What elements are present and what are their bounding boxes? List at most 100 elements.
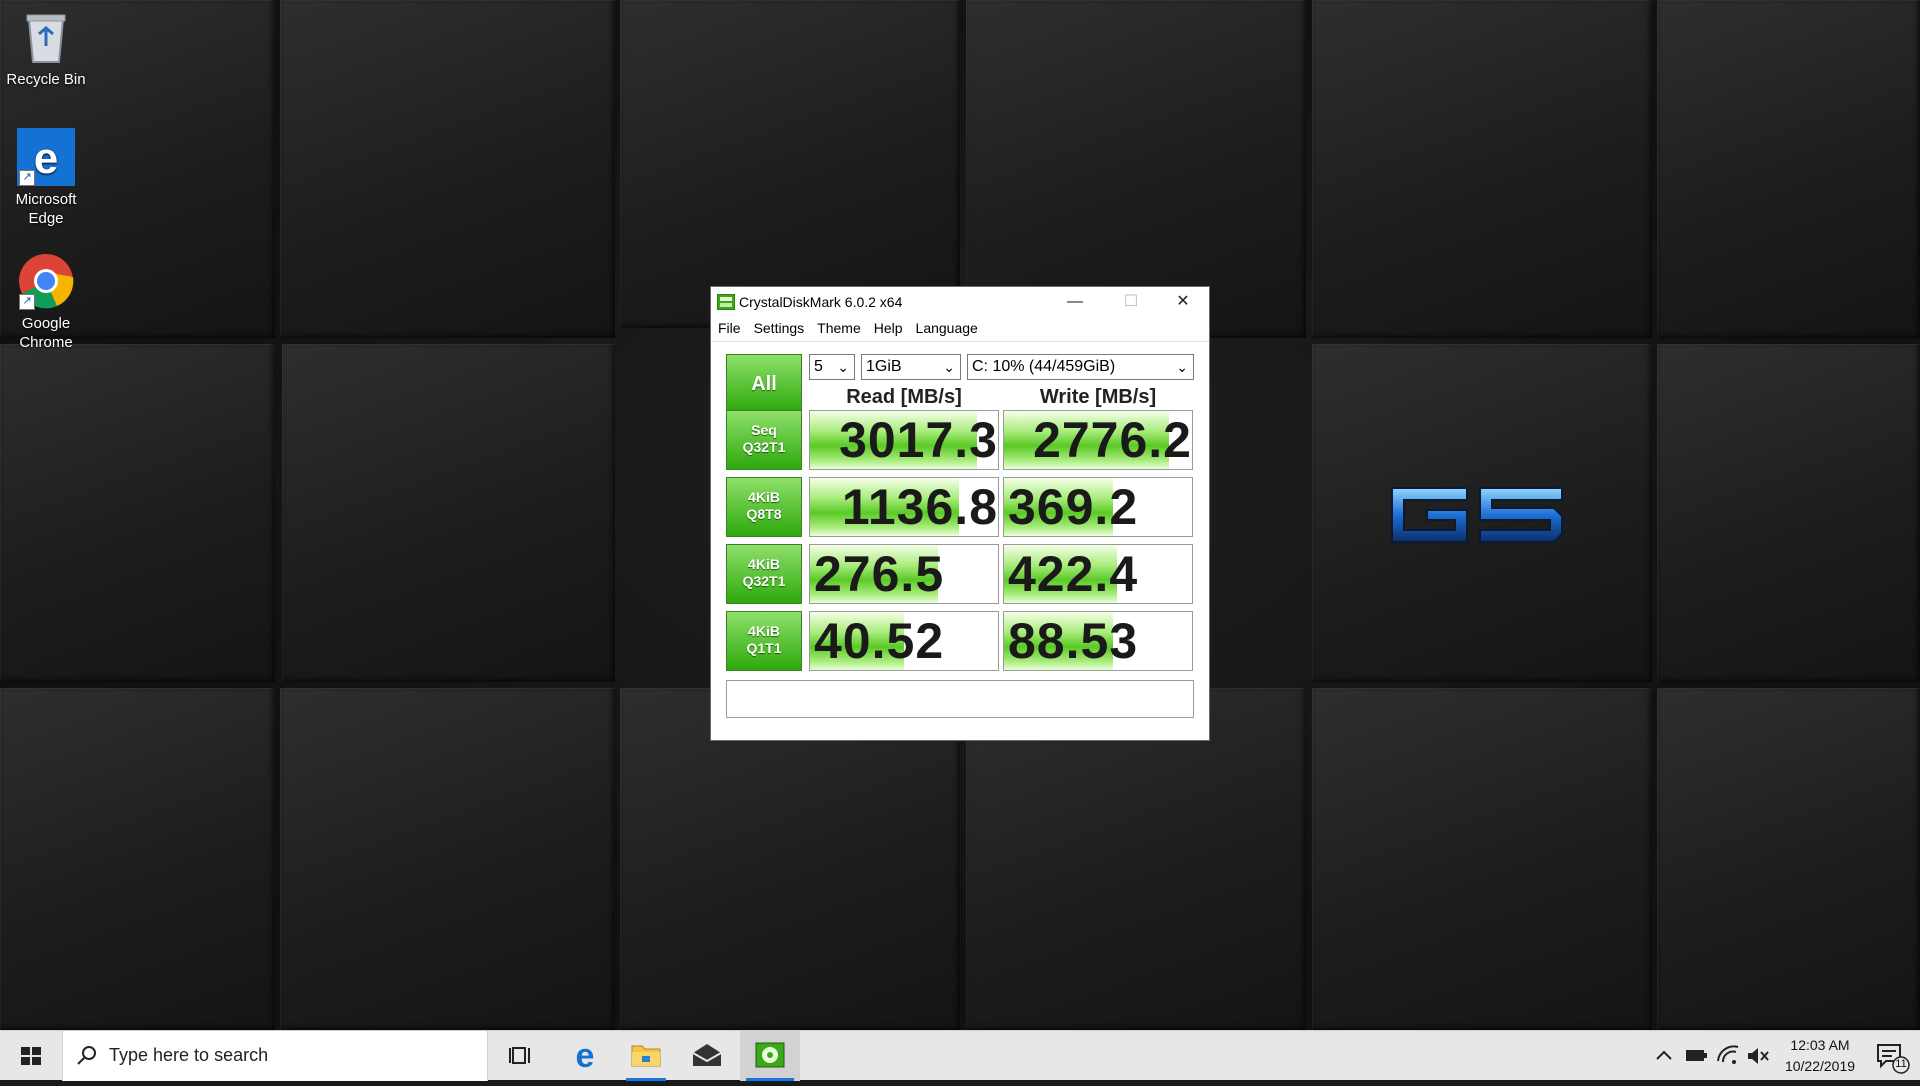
drive-value: C: 10% (44/459GiB) bbox=[972, 358, 1116, 375]
row-label-line1: 4KiB bbox=[748, 556, 780, 572]
chevron-down-icon: ⌄ bbox=[943, 359, 955, 375]
task-view-button[interactable] bbox=[496, 1031, 546, 1081]
shortcut-arrow-icon: ↗ bbox=[19, 294, 35, 310]
row-label-line2: Q1T1 bbox=[746, 640, 782, 656]
mail-icon bbox=[692, 1044, 722, 1066]
row-label-line2: Q32T1 bbox=[742, 439, 786, 455]
network-button[interactable] bbox=[1714, 1031, 1742, 1081]
close-button[interactable]: ✕ bbox=[1155, 287, 1211, 317]
test-size-select[interactable]: 1GiB ⌄ bbox=[861, 354, 961, 380]
taskbar-crystaldiskmark[interactable] bbox=[740, 1031, 800, 1081]
chrome-icon: ↗ bbox=[17, 252, 75, 310]
windows-logo-icon bbox=[21, 1047, 41, 1065]
crystaldiskmark-icon bbox=[716, 293, 736, 311]
taskbar-edge[interactable]: e bbox=[560, 1031, 610, 1081]
battery-button[interactable] bbox=[1682, 1031, 1710, 1081]
folder-icon bbox=[631, 1045, 661, 1067]
shortcut-arrow-icon: ↗ bbox=[19, 170, 35, 186]
wifi-icon bbox=[1717, 1045, 1739, 1064]
taskbar-file-explorer[interactable] bbox=[620, 1031, 672, 1081]
start-button[interactable] bbox=[0, 1031, 62, 1081]
menu-file[interactable]: File bbox=[711, 317, 747, 336]
volume-button[interactable] bbox=[1744, 1031, 1772, 1081]
read-result-value: 40.52 bbox=[814, 613, 945, 669]
write-result-value: 369.2 bbox=[1008, 479, 1139, 535]
wallpaper-tile bbox=[0, 688, 275, 1030]
desktop-icon-edge[interactable]: e ↗ Microsoft Edge bbox=[4, 128, 88, 228]
title-bar[interactable]: CrystalDiskMark 6.0.2 x64 — ☐ ✕ bbox=[711, 287, 1209, 317]
test-4kib-q32t1-button[interactable]: 4KiB Q32T1 bbox=[726, 544, 802, 604]
menu-settings[interactable]: Settings bbox=[747, 317, 811, 336]
clock-time: 12:03 AM bbox=[1790, 1037, 1850, 1053]
row-label-line1: 4KiB bbox=[748, 489, 780, 505]
wallpaper-tile bbox=[1657, 0, 1920, 338]
window-title: CrystalDiskMark 6.0.2 x64 bbox=[739, 294, 903, 310]
write-result-value: 88.53 bbox=[1008, 613, 1139, 669]
taskbar-mail[interactable] bbox=[682, 1031, 732, 1081]
read-result-cell: 1136.8 bbox=[809, 477, 999, 537]
write-result-value: 422.4 bbox=[1008, 546, 1139, 602]
wallpaper-tile bbox=[0, 344, 275, 682]
read-result-value: 1136.8 bbox=[841, 479, 998, 535]
test-4kib-q1t1-button[interactable]: 4KiB Q1T1 bbox=[726, 611, 802, 671]
wallpaper-tile bbox=[280, 0, 615, 338]
status-bar bbox=[726, 680, 1194, 718]
edge-icon: e ↗ bbox=[17, 128, 75, 186]
search-placeholder: Type here to search bbox=[109, 1045, 269, 1065]
read-column-header: Read [MB/s] bbox=[846, 386, 962, 408]
write-result-value: 2776.2 bbox=[1033, 412, 1192, 468]
menu-bar: File Settings Theme Help Language bbox=[711, 317, 1209, 342]
chevron-down-icon: ⌄ bbox=[1176, 359, 1188, 375]
chevron-down-icon: ⌄ bbox=[837, 359, 849, 375]
read-result-cell: 40.52 bbox=[809, 611, 999, 671]
desktop-icon-chrome[interactable]: ↗ Google Chrome bbox=[4, 252, 88, 352]
svg-text:e: e bbox=[34, 134, 58, 183]
wallpaper-tile bbox=[282, 344, 615, 682]
chevron-up-icon bbox=[1656, 1050, 1672, 1060]
read-result-value: 3017.3 bbox=[839, 412, 998, 468]
edge-icon: e bbox=[576, 1037, 595, 1075]
test-seq-q32t1-button[interactable]: Seq Q32T1 bbox=[726, 410, 802, 470]
minimize-button[interactable]: — bbox=[1047, 287, 1103, 317]
task-view-icon bbox=[509, 1047, 530, 1064]
search-icon bbox=[77, 1046, 96, 1065]
g5-logo bbox=[1372, 480, 1582, 550]
taskbar-search[interactable]: Type here to search bbox=[62, 1031, 488, 1081]
drive-select[interactable]: C: 10% (44/459GiB) ⌄ bbox=[967, 354, 1194, 380]
maximize-button[interactable]: ☐ bbox=[1103, 287, 1159, 317]
taskbar: Type here to search e 12:03 AM 10/22/201… bbox=[0, 1030, 1920, 1081]
all-button[interactable]: All bbox=[726, 354, 802, 413]
row-label-line2: Q32T1 bbox=[742, 573, 786, 589]
test-count-select[interactable]: 5 ⌄ bbox=[809, 354, 855, 380]
svg-text:e: e bbox=[576, 1037, 595, 1075]
clock[interactable]: 12:03 AM 10/22/2019 bbox=[1772, 1035, 1868, 1077]
wallpaper-tile bbox=[1657, 344, 1920, 682]
crystaldiskmark-window: CrystalDiskMark 6.0.2 x64 — ☐ ✕ File Sett… bbox=[710, 286, 1210, 741]
wallpaper-tile bbox=[1657, 688, 1920, 1030]
wallpaper-tile bbox=[280, 688, 615, 1030]
volume-muted-icon bbox=[1748, 1048, 1769, 1064]
action-center-button[interactable]: 11 bbox=[1868, 1031, 1912, 1081]
write-column-header: Write [MB/s] bbox=[1039, 386, 1157, 408]
wallpaper-tile bbox=[1312, 688, 1652, 1030]
benchmark-panel: All 5 ⌄ 1GiB ⌄ C: 10% (44/459GiB) ⌄ Read… bbox=[711, 342, 1209, 740]
wallpaper-tile bbox=[1312, 0, 1652, 338]
write-result-cell: 422.4 bbox=[1003, 544, 1193, 604]
g5-logo-graphic bbox=[1391, 487, 1563, 543]
menu-theme[interactable]: Theme bbox=[810, 317, 867, 336]
show-hidden-icons-button[interactable] bbox=[1652, 1031, 1676, 1081]
desktop-icon-recycle-bin[interactable]: Recycle Bin bbox=[4, 8, 88, 89]
read-result-cell: 276.5 bbox=[809, 544, 999, 604]
read-result-value: 276.5 bbox=[814, 546, 945, 602]
row-label-line1: 4KiB bbox=[748, 623, 780, 639]
clock-date: 10/22/2019 bbox=[1784, 1058, 1856, 1074]
test-count-value: 5 bbox=[814, 358, 823, 375]
desktop-icon-label: Recycle Bin bbox=[6, 71, 86, 88]
write-result-cell: 2776.2 bbox=[1003, 410, 1193, 470]
test-4kib-q8t8-button[interactable]: 4KiB Q8T8 bbox=[726, 477, 802, 537]
write-result-cell: 88.53 bbox=[1003, 611, 1193, 671]
recycle-bin-icon bbox=[17, 8, 75, 66]
menu-language[interactable]: Language bbox=[909, 317, 984, 336]
read-result-cell: 3017.3 bbox=[809, 410, 999, 470]
menu-help[interactable]: Help bbox=[867, 317, 909, 336]
